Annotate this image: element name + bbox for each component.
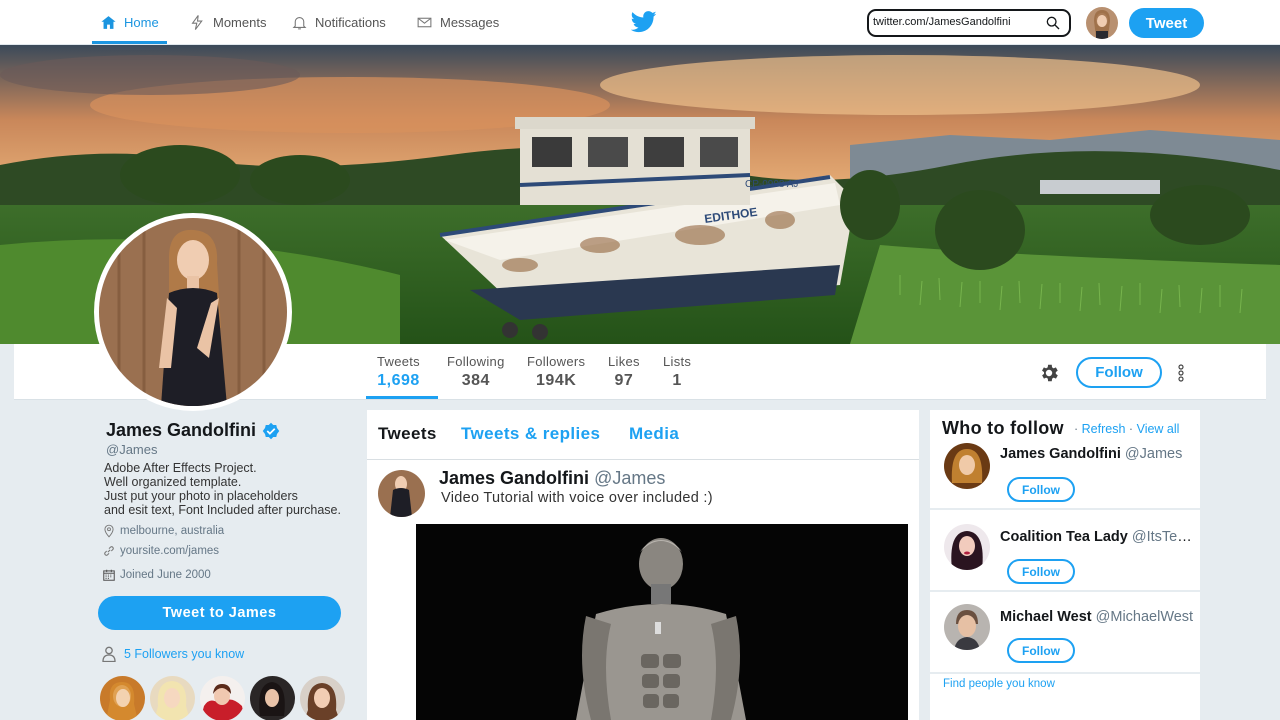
profile-name-text: James Gandolfini	[106, 420, 257, 440]
follow-button[interactable]: Follow	[1076, 357, 1162, 388]
suggestion-name[interactable]: Coalition Tea Lady @ItsTeaLady	[1000, 529, 1198, 545]
verified-badge-icon	[262, 422, 280, 439]
suggestion-avatar[interactable]	[944, 443, 990, 489]
suggestion-avatar[interactable]	[944, 604, 990, 650]
top-navigation: Home Moments Notifications Messages twit…	[0, 0, 1280, 45]
bio-line: and esit text, Font Included after purch…	[104, 503, 341, 517]
stat-following[interactable]: Following 384	[447, 354, 505, 390]
profile-location: melbourne, australia	[102, 524, 224, 538]
followers-you-know[interactable]: 5 Followers you know	[102, 646, 244, 662]
gear-icon[interactable]	[1038, 362, 1060, 384]
tab-media[interactable]: Media	[629, 424, 679, 444]
suggestion-item: James Gandolfini @James Follow	[930, 430, 1200, 510]
nav-notifications[interactable]: Notifications	[291, 0, 386, 44]
stat-following-label: Following	[447, 354, 505, 369]
nav-messages-label: Messages	[440, 14, 500, 30]
link-icon	[104, 546, 114, 556]
timeline-tabs: Tweets Tweets & replies Media	[367, 410, 919, 460]
search-input[interactable]: twitter.com/JamesGandolfini	[867, 9, 1071, 37]
location-text: melbourne, australia	[120, 525, 225, 537]
suggestion-display-name[interactable]: Coalition Tea Lady	[1000, 529, 1128, 545]
nav-moments[interactable]: Moments	[189, 0, 266, 44]
person-icon	[102, 646, 116, 662]
stat-active-underline	[366, 396, 438, 399]
profile-bio: Adobe After Effects Project. Well organi…	[104, 461, 341, 517]
stat-followers-label: Followers	[527, 354, 586, 369]
suggestion-handle: @MichaelWest	[1095, 609, 1194, 625]
stat-tweets[interactable]: Tweets 1,698	[377, 354, 420, 390]
tweet-author-avatar[interactable]	[378, 470, 425, 517]
stat-lists[interactable]: Lists 1	[663, 354, 691, 390]
tweet-text: Video Tutorial with voice over included …	[441, 490, 713, 506]
bell-icon	[292, 16, 307, 29]
suggestion-follow-button[interactable]: Follow	[1007, 559, 1075, 584]
followers-you-know-text[interactable]: 5 Followers you know	[124, 647, 244, 661]
follower-avatar[interactable]	[200, 676, 245, 720]
svg-text:CP-0908 AJ: CP-0908 AJ	[745, 179, 798, 190]
suggestion-item: Coalition Tea Lady @ItsTeaLady Follow	[930, 512, 1200, 592]
tweet-author[interactable]: James Gandolfini @James	[439, 468, 665, 489]
follower-avatar[interactable]	[300, 676, 345, 720]
stat-following-value: 384	[461, 372, 490, 389]
suggestion-avatar[interactable]	[944, 524, 990, 570]
suggestion-display-name[interactable]: James Gandolfini	[1000, 446, 1121, 462]
tweet-author-handle: @James	[594, 468, 666, 488]
follower-avatar[interactable]	[250, 676, 295, 720]
website-text[interactable]: yoursite.com/james	[120, 545, 219, 557]
profile-joined: Joined June 2000	[102, 568, 211, 582]
suggestion-follow-button[interactable]: Follow	[1007, 638, 1075, 663]
stat-followers[interactable]: Followers 194K	[527, 354, 585, 390]
followers-you-know-avatars	[100, 676, 345, 720]
who-to-follow-panel: Who to follow · Refresh · View all James…	[930, 410, 1200, 720]
stat-likes-value: 97	[614, 372, 634, 389]
calendar-icon	[103, 569, 115, 581]
tweet-media[interactable]	[416, 524, 908, 720]
suggestion-follow-button[interactable]: Follow	[1007, 477, 1075, 502]
profile-website[interactable]: yoursite.com/james	[102, 544, 219, 558]
tweet-to-button[interactable]: Tweet to James	[98, 596, 341, 630]
tweet-author-name[interactable]: James Gandolfini	[439, 468, 589, 488]
profile-name: James Gandolfini	[106, 420, 280, 441]
bio-line: Well organized template.	[104, 475, 242, 489]
suggestion-handle: @ItsTeaLady	[1131, 529, 1198, 545]
nav-moments-label: Moments	[213, 14, 267, 30]
follower-avatar[interactable]	[100, 676, 145, 720]
user-avatar[interactable]	[1086, 7, 1118, 39]
suggestion-display-name[interactable]: Michael West	[1000, 609, 1092, 625]
tweet-button[interactable]: Tweet	[1129, 8, 1204, 38]
twitter-bird-logo[interactable]	[631, 11, 657, 33]
stat-lists-value: 1	[672, 372, 682, 389]
bio-line: Just put your photo in placeholders	[104, 489, 298, 503]
timeline: Tweets Tweets & replies Media James Gand…	[367, 410, 919, 720]
stat-likes[interactable]: Likes 97	[608, 354, 640, 390]
more-options-icon[interactable]	[1177, 364, 1185, 382]
location-pin-icon	[104, 524, 114, 538]
bio-line: Adobe After Effects Project.	[104, 461, 257, 475]
suggestion-handle: @James	[1124, 446, 1183, 462]
joined-text: Joined June 2000	[120, 569, 211, 581]
stat-tweets-value: 1,698	[377, 372, 420, 389]
tab-tweets-replies[interactable]: Tweets & replies	[461, 424, 600, 444]
active-tab-underline	[92, 41, 167, 44]
stat-followers-value: 194K	[536, 372, 577, 389]
nav-messages[interactable]: Messages	[416, 0, 499, 44]
stat-lists-label: Lists	[663, 354, 692, 369]
find-people-link[interactable]: Find people you know	[943, 678, 1055, 690]
lightning-icon	[191, 14, 203, 30]
home-icon	[101, 15, 116, 29]
follower-avatar[interactable]	[150, 676, 195, 720]
suggestion-name[interactable]: James Gandolfini @James	[1000, 446, 1198, 462]
nav-home-label: Home	[124, 14, 159, 30]
profile-handle: @James	[106, 442, 158, 457]
stat-likes-label: Likes	[608, 354, 640, 369]
nav-home[interactable]: Home	[92, 0, 167, 44]
suggestion-item: Michael West @MichaelWest Follow	[930, 594, 1200, 674]
envelope-icon	[417, 17, 432, 27]
nav-notifications-label: Notifications	[315, 14, 386, 30]
stat-tweets-label: Tweets	[377, 354, 420, 369]
profile-avatar[interactable]	[94, 213, 292, 411]
search-icon[interactable]	[1045, 15, 1061, 31]
suggestion-name[interactable]: Michael West @MichaelWest	[1000, 609, 1198, 625]
tab-tweets[interactable]: Tweets	[378, 424, 437, 444]
